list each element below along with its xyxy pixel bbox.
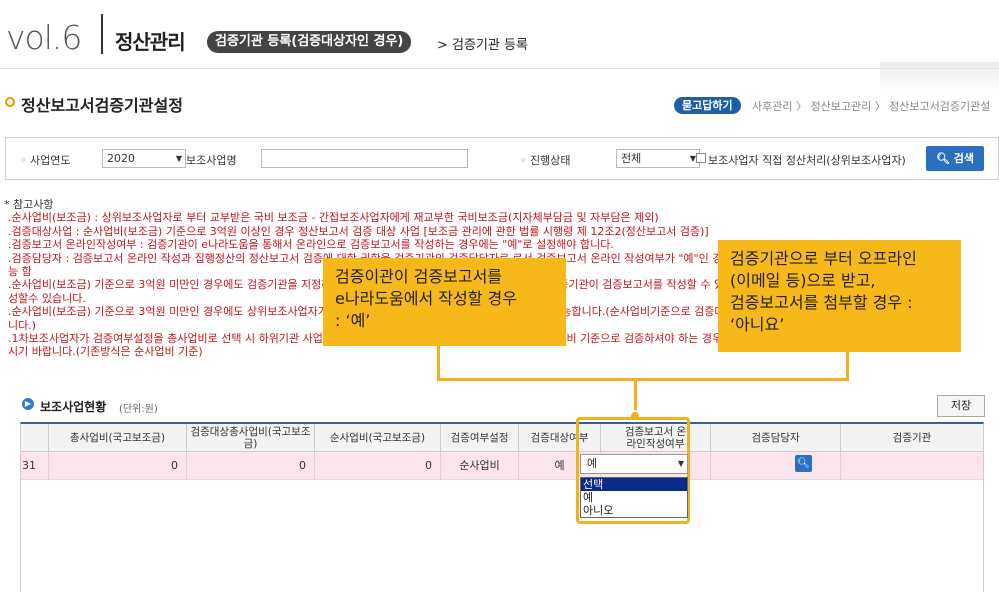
verify-total-cell: 0: [187, 452, 315, 480]
search-button-label: 검색: [953, 152, 975, 165]
column-header: [21, 424, 49, 452]
callout-line: e나라도움에서 작성할 경우: [335, 289, 517, 308]
column-header: 검증대상총사업비(국고보조금): [187, 424, 315, 452]
status-label: 진행상태: [520, 152, 570, 168]
callout-line: (이메일 등)으로 받고,: [730, 271, 876, 290]
verifier-search-icon[interactable]: 🔍︎: [795, 455, 812, 472]
header-decoration: [880, 62, 999, 92]
search-icon: 🔍︎: [935, 152, 950, 165]
total-cost-cell: 0: [49, 452, 187, 480]
option-yes[interactable]: 예: [581, 491, 687, 504]
callout-line: 검증보고서를 첨부할 경우 :: [730, 293, 913, 312]
callout-line: 검증이관이 검증보고서를: [335, 267, 503, 286]
online-select[interactable]: 예 ▼: [580, 454, 688, 474]
option-no[interactable]: 아니오: [581, 504, 687, 517]
verify-setting-cell: 순사업비: [441, 452, 519, 480]
status-select[interactable]: 전체 ▼: [616, 149, 700, 168]
sub-project-input[interactable]: [261, 149, 468, 168]
callout-connector: [437, 346, 440, 380]
row-index: 31: [21, 452, 49, 480]
chevron-down-icon: ▼: [677, 459, 684, 468]
search-button[interactable]: 🔍︎ 검색: [926, 146, 984, 171]
online-options: 선택 예 아니오: [580, 477, 688, 518]
project-table: 총사업비(국고보조금) 검증대상총사업비(국고보조금) 순사업비(국고보조금) …: [20, 422, 984, 592]
sub-project-label: 보조사업명: [176, 152, 237, 168]
table-row[interactable]: 31 0 0 0 순사업비 예: [21, 452, 983, 480]
column-header: 순사업비(국고보조금): [315, 424, 441, 452]
online-select-value: 예: [587, 457, 598, 470]
title-bullet-icon: [5, 97, 15, 107]
notes-title: * 참고사항: [4, 198, 54, 211]
page-title: 정산보고서검증기관설정: [21, 96, 183, 115]
note-line: .검증대상사업 : 순사업비(보조금) 기준으로 3억원 이상인 경우 정산보고…: [8, 224, 709, 238]
column-header: 검증여부설정: [441, 424, 519, 452]
list-unit: (단위:원): [119, 404, 158, 415]
year-select[interactable]: 2020 ▼: [102, 149, 186, 168]
chevron-right-icon: ▶: [22, 398, 34, 410]
year-label: 사업연도: [20, 152, 70, 168]
note-line: .순사업비(보조금) : 상위보조사업자로 부터 교부받은 국비 보조금 - 간…: [8, 211, 659, 225]
agency-cell: [841, 452, 983, 480]
callout-line: ‘아니요’: [730, 315, 785, 334]
option-select[interactable]: 선택: [581, 478, 687, 491]
search-panel: 사업연도 2020 ▼ 보조사업명 진행상태 전체 ▼ 보조사업자 직접 정산처…: [5, 137, 999, 180]
year-select-value: 2020: [107, 152, 135, 165]
callout-connector: [437, 378, 849, 381]
list-title: 보조사업현황: [40, 400, 107, 414]
qna-button[interactable]: 묻고답하기: [674, 97, 741, 114]
callout-line: : ‘예’: [335, 311, 371, 330]
column-header: 총사업비(국고보조금): [49, 424, 187, 452]
callout-connector: [846, 352, 849, 381]
header-divider: [0, 68, 999, 69]
section-subtitle: > 검증기관 등록: [437, 38, 528, 53]
direct-settlement-label: 보조사업자 직접 정산처리(상위보조사업자): [708, 154, 906, 167]
category-title: 정산관리: [115, 30, 186, 54]
direct-settlement-checkbox[interactable]: [696, 153, 706, 163]
save-button[interactable]: 저장: [937, 395, 985, 417]
callout-offline-no: 검증기관으로 부터 오프라인 (이메일 등)으로 받고, 검증보고서를 첨부할 …: [718, 240, 961, 352]
column-header: 검증담당자: [711, 424, 841, 452]
column-header: 검증기관: [841, 424, 983, 452]
status-select-value: 전체: [621, 152, 642, 165]
net-cost-cell: 0: [315, 452, 441, 480]
verifier-cell: [711, 452, 841, 480]
volume-label: vol.6: [6, 18, 82, 57]
tutorial-banner: vol.6 정산관리 검증기관 등록(검증대상자인 경우) > 검증기관 등록: [0, 0, 999, 62]
divider: [101, 14, 103, 54]
breadcrumb: 사후관리 〉 정산보고관리 〉 정산보고서검증기관설: [752, 100, 991, 113]
callout-line: 검증기관으로 부터 오프라인: [730, 249, 917, 268]
section-pill: 검증기관 등록(검증대상자인 경우): [207, 31, 412, 53]
callout-online-yes: 검증이관이 검증보고서를 e나라도움에서 작성할 경우 : ‘예’: [323, 258, 566, 346]
